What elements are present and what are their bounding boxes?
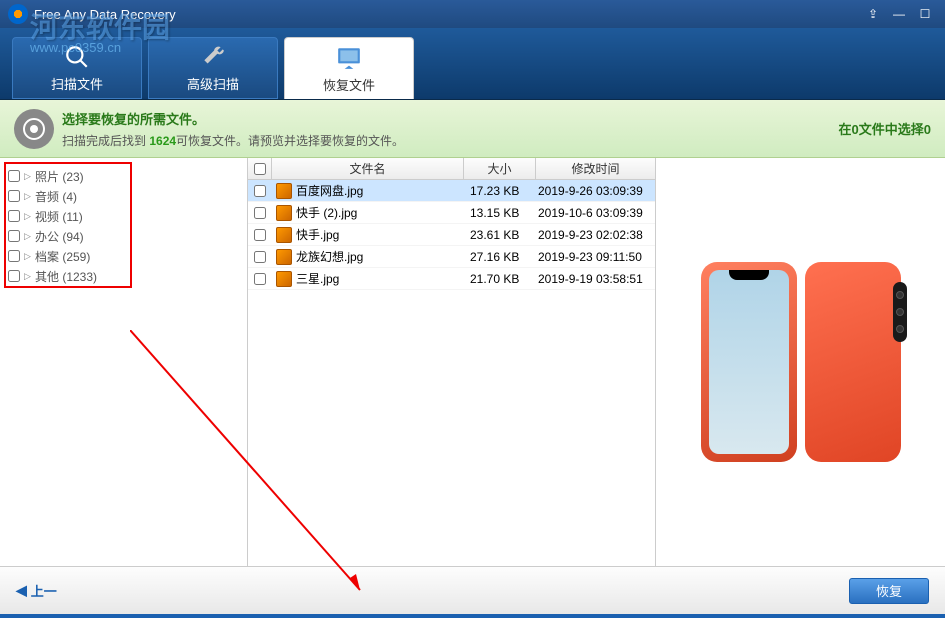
category-checkbox[interactable]	[8, 210, 20, 222]
select-all-checkbox[interactable]	[254, 163, 266, 175]
magnifier-icon	[63, 43, 91, 71]
export-icon[interactable]: ⇪	[861, 4, 885, 24]
arrow-left-icon: ◀	[16, 582, 27, 599]
file-row[interactable]: 龙族幻想.jpg 27.16 KB 2019-9-23 09:11:50	[248, 246, 655, 268]
selection-count: 在0文件中选择0	[839, 119, 931, 138]
info-desc: 扫描完成后找到 1624可恢复文件。请预览并选择要恢复的文件。	[62, 132, 839, 149]
file-size: 17.23 KB	[464, 184, 536, 198]
toolbar: 扫描文件 高级扫描 恢复文件	[0, 28, 945, 100]
file-list: 文件名 大小 修改时间 百度网盘.jpg 17.23 KB 2019-9-26 …	[248, 158, 656, 566]
file-date: 2019-9-23 02:02:38	[536, 228, 655, 242]
category-checkbox[interactable]	[8, 190, 20, 202]
category-sidebar: ▷照片 (23)▷音频 (4)▷视频 (11)▷办公 (94)▷档案 (259)…	[0, 158, 248, 566]
file-name: 龙族幻想.jpg	[296, 248, 363, 265]
file-checkbox[interactable]	[254, 207, 266, 219]
category-item[interactable]: ▷档案 (259)	[0, 246, 247, 266]
tab-scan[interactable]: 扫描文件	[12, 37, 142, 99]
chevron-right-icon: ▷	[24, 211, 32, 222]
titlebar-title: Free Any Data Recovery	[34, 7, 176, 22]
tab-recover[interactable]: 恢复文件	[284, 37, 414, 99]
file-size: 13.15 KB	[464, 206, 536, 220]
recover-button[interactable]: 恢复	[849, 578, 929, 604]
file-checkbox[interactable]	[254, 273, 266, 285]
category-checkbox[interactable]	[8, 170, 20, 182]
category-checkbox[interactable]	[8, 250, 20, 262]
chevron-right-icon: ▷	[24, 171, 32, 182]
file-name: 快手 (2).jpg	[296, 204, 357, 221]
footer: ◀ 上一 恢复	[0, 566, 945, 614]
file-checkbox[interactable]	[254, 185, 266, 197]
app-logo-icon	[8, 4, 28, 24]
file-date: 2019-9-23 09:11:50	[536, 250, 655, 264]
file-row[interactable]: 百度网盘.jpg 17.23 KB 2019-9-26 03:09:39	[248, 180, 655, 202]
file-row[interactable]: 三星.jpg 21.70 KB 2019-9-19 03:58:51	[248, 268, 655, 290]
category-checkbox[interactable]	[8, 270, 20, 282]
preview-phone-back	[805, 262, 901, 462]
info-title: 选择要恢复的所需文件。	[62, 109, 839, 128]
chevron-right-icon: ▷	[24, 191, 32, 202]
back-button[interactable]: ◀ 上一	[16, 581, 57, 600]
chevron-right-icon: ▷	[24, 251, 32, 262]
image-file-icon	[276, 183, 292, 199]
preview-pane	[656, 158, 945, 566]
file-date: 2019-10-6 03:09:39	[536, 206, 655, 220]
file-row[interactable]: 快手.jpg 23.61 KB 2019-9-23 02:02:38	[248, 224, 655, 246]
col-name[interactable]: 文件名	[272, 158, 464, 179]
file-checkbox[interactable]	[254, 251, 266, 263]
info-bar: 选择要恢复的所需文件。 扫描完成后找到 1624可恢复文件。请预览并选择要恢复的…	[0, 100, 945, 158]
file-row[interactable]: 快手 (2).jpg 13.15 KB 2019-10-6 03:09:39	[248, 202, 655, 224]
file-size: 27.16 KB	[464, 250, 536, 264]
titlebar: Free Any Data Recovery ⇪ — ☐	[0, 0, 945, 28]
category-item[interactable]: ▷其他 (1233)	[0, 266, 247, 286]
file-header: 文件名 大小 修改时间	[248, 158, 655, 180]
file-date: 2019-9-19 03:58:51	[536, 272, 655, 286]
category-checkbox[interactable]	[8, 230, 20, 242]
chevron-right-icon: ▷	[24, 271, 32, 282]
image-file-icon	[276, 205, 292, 221]
wrench-icon	[199, 43, 227, 71]
minimize-button[interactable]: —	[887, 4, 911, 24]
chevron-right-icon: ▷	[24, 231, 32, 242]
file-checkbox[interactable]	[254, 229, 266, 241]
target-icon	[14, 109, 54, 149]
col-size[interactable]: 大小	[464, 158, 536, 179]
category-item[interactable]: ▷办公 (94)	[0, 226, 247, 246]
image-file-icon	[276, 227, 292, 243]
category-item[interactable]: ▷照片 (23)	[0, 166, 247, 186]
file-name: 快手.jpg	[296, 226, 339, 243]
preview-phone-front	[701, 262, 797, 462]
category-item[interactable]: ▷视频 (11)	[0, 206, 247, 226]
maximize-button[interactable]: ☐	[913, 4, 937, 24]
image-file-icon	[276, 249, 292, 265]
image-file-icon	[276, 271, 292, 287]
file-name: 三星.jpg	[296, 270, 339, 287]
tab-advanced[interactable]: 高级扫描	[148, 37, 278, 99]
col-date[interactable]: 修改时间	[536, 158, 655, 179]
category-item[interactable]: ▷音频 (4)	[0, 186, 247, 206]
file-date: 2019-9-26 03:09:39	[536, 184, 655, 198]
recover-icon	[335, 44, 363, 72]
file-size: 23.61 KB	[464, 228, 536, 242]
file-size: 21.70 KB	[464, 272, 536, 286]
file-name: 百度网盘.jpg	[296, 182, 363, 199]
